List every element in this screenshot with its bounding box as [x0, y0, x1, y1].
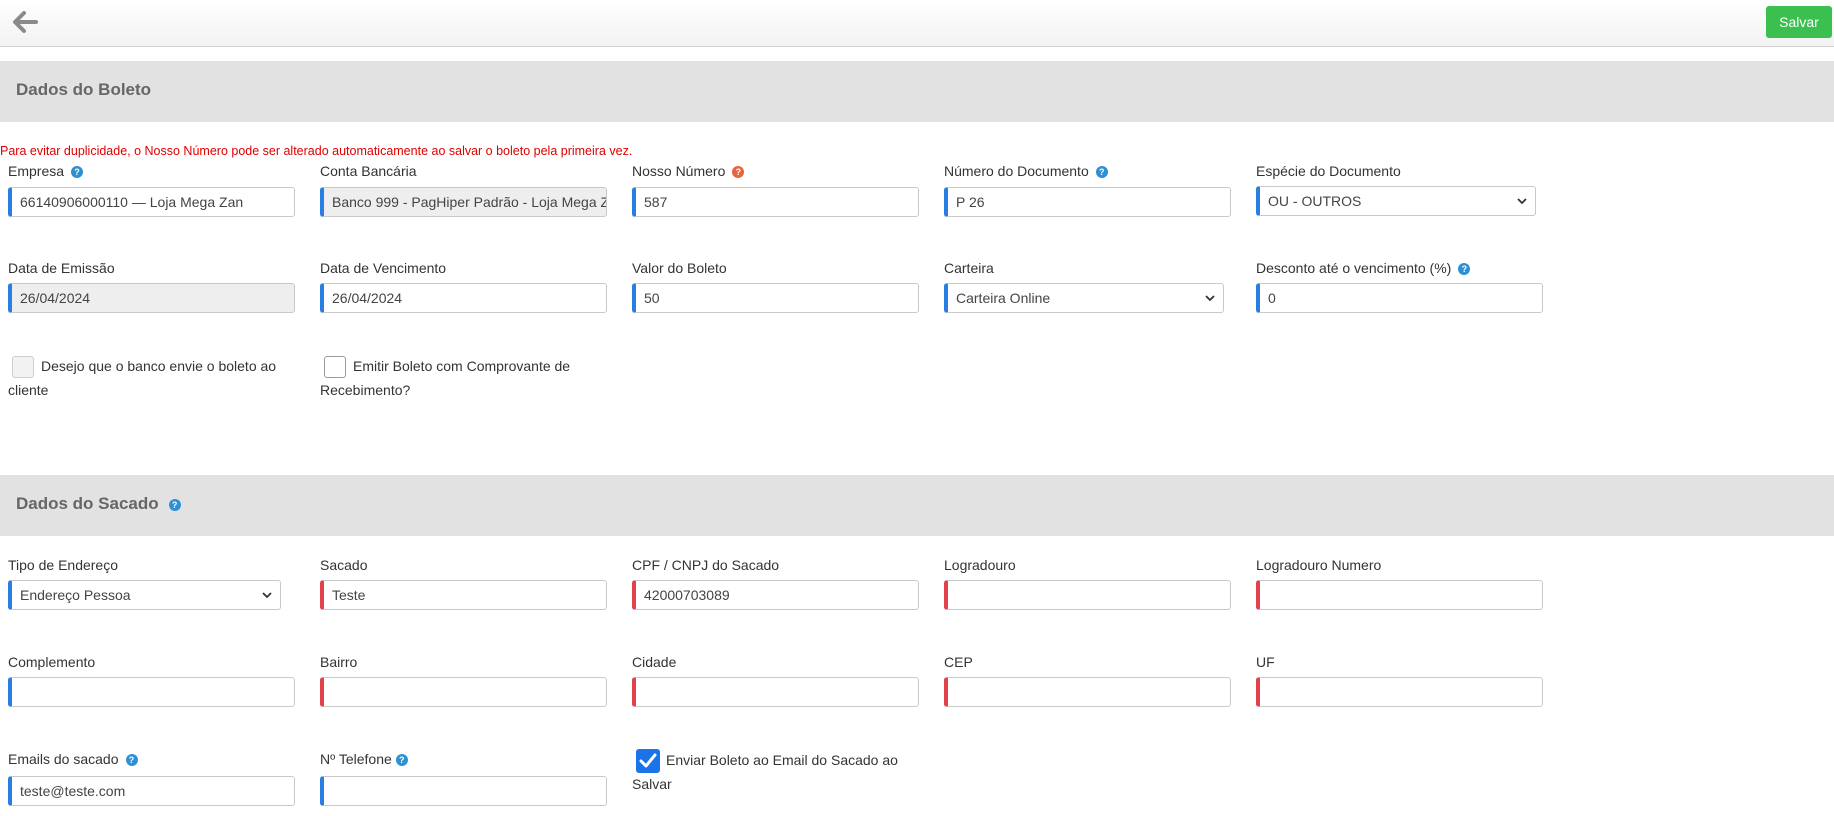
data-vencimento-field[interactable]: 26/04/2024 — [320, 283, 607, 313]
numero-documento-field[interactable]: P 26 — [944, 187, 1231, 217]
emails-field[interactable]: teste@teste.com — [8, 776, 295, 806]
help-icon[interactable]: ? — [732, 166, 745, 178]
help-icon[interactable]: ? — [71, 166, 84, 178]
nosso-numero-field[interactable]: 587 — [632, 187, 919, 217]
logradouro-numero-label: Logradouro Numero — [1256, 557, 1382, 573]
banco-envia-label: Desejo que o banco envie o boleto ao cli… — [8, 358, 277, 398]
tipo-endereco-select[interactable]: Endereço Pessoa — [8, 580, 281, 610]
logradouro-label: Logradouro — [944, 557, 1016, 573]
especie-value: OU - OUTROS — [1268, 193, 1362, 209]
empresa-field[interactable]: 66140906000110 — Loja Mega Zan — [8, 187, 295, 217]
carteira-value: Carteira Online — [956, 290, 1051, 306]
arrow-left-icon — [13, 11, 38, 33]
section-header-boleto: Dados do Boleto — [0, 61, 1834, 122]
cpf-field[interactable]: 42000703089 — [632, 580, 919, 610]
comprovante-label: Emitir Boleto com Comprovante de Recebim… — [320, 358, 571, 398]
numero-documento-label: Número do Documento? — [944, 163, 1108, 179]
data-emissao-field[interactable]: 26/04/2024 — [8, 283, 295, 313]
help-icon[interactable]: ? — [168, 499, 181, 511]
chevron-down-icon — [262, 592, 272, 599]
especie-select[interactable]: OU - OUTROS — [1256, 186, 1536, 216]
bairro-field[interactable] — [320, 677, 607, 707]
especie-label: Espécie do Documento — [1256, 163, 1401, 179]
telefone-label: Nº Telefone? — [320, 751, 408, 767]
enviar-email-label: Enviar Boleto ao Email do Sacado ao Salv… — [632, 752, 898, 792]
back-button[interactable] — [8, 7, 42, 37]
chevron-down-icon — [1205, 295, 1215, 302]
warning-message: Para evitar duplicidade, o Nosso Número … — [0, 144, 633, 158]
section-title-boleto: Dados do Boleto — [16, 80, 152, 99]
logradouro-numero-field[interactable] — [1256, 580, 1543, 610]
data-vencimento-label: Data de Vencimento — [320, 260, 447, 276]
desconto-label: Desconto até o vencimento (%)? — [1256, 260, 1471, 276]
tipo-endereco-value: Endereço Pessoa — [20, 587, 131, 603]
desconto-field[interactable]: 0 — [1256, 283, 1543, 313]
cidade-label: Cidade — [632, 654, 677, 670]
section-title-sacado: Dados do Sacado? — [16, 494, 181, 514]
help-icon[interactable]: ? — [395, 754, 408, 766]
complemento-label: Complemento — [8, 654, 96, 670]
help-icon[interactable]: ? — [1095, 166, 1108, 178]
save-button[interactable]: Salvar — [1766, 6, 1832, 38]
empresa-label: Empresa? — [8, 163, 84, 179]
carteira-label: Carteira — [944, 260, 994, 276]
carteira-select[interactable]: Carteira Online — [944, 283, 1224, 313]
cep-field[interactable] — [944, 677, 1231, 707]
cep-label: CEP — [944, 654, 973, 670]
valor-field[interactable]: 50 — [632, 283, 919, 313]
sacado-field[interactable]: Teste — [320, 580, 607, 610]
sacado-label: Sacado — [320, 557, 368, 573]
conta-label: Conta Bancária — [320, 163, 417, 179]
chevron-down-icon — [1517, 198, 1527, 205]
cpf-label: CPF / CNPJ do Sacado — [632, 557, 780, 573]
logradouro-field[interactable] — [944, 580, 1231, 610]
complemento-field[interactable] — [8, 677, 295, 707]
help-icon[interactable]: ? — [1458, 263, 1471, 275]
data-emissao-label: Data de Emissão — [8, 260, 115, 276]
bairro-label: Bairro — [320, 654, 358, 670]
nosso-numero-label: Nosso Número? — [632, 163, 745, 179]
conta-bancaria-field[interactable]: Banco 999 - PagHiper Padrão - Loja Mega … — [320, 187, 607, 217]
telefone-field[interactable] — [320, 776, 607, 806]
uf-field[interactable] — [1256, 677, 1543, 707]
cidade-field[interactable] — [632, 677, 919, 707]
emails-label: Emails do sacado? — [8, 751, 138, 767]
uf-label: UF — [1256, 654, 1275, 670]
section-header-sacado: Dados do Sacado? — [0, 475, 1834, 536]
top-toolbar: Salvar — [0, 0, 1834, 47]
valor-label: Valor do Boleto — [632, 260, 727, 276]
help-icon[interactable]: ? — [125, 754, 138, 766]
tipo-endereco-label: Tipo de Endereço — [8, 557, 118, 573]
